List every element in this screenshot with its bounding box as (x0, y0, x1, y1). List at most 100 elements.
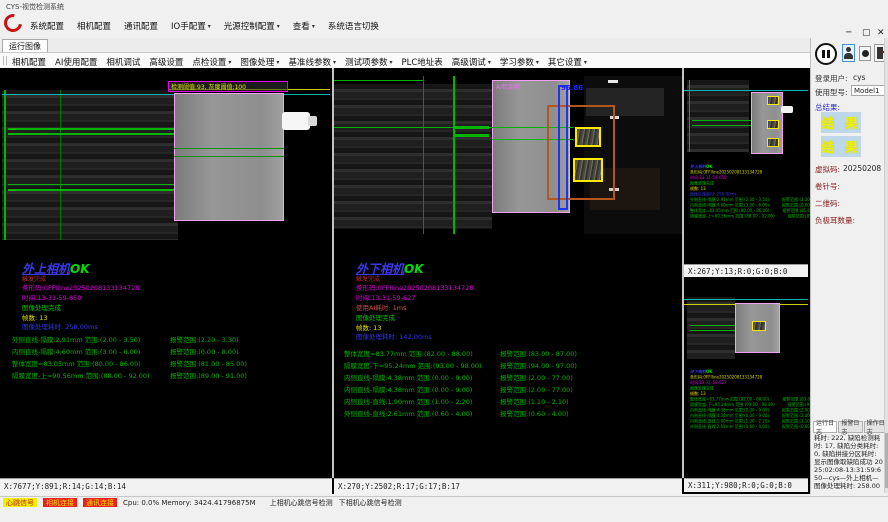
menu-item-camera-config[interactable]: 相机配置 (77, 20, 111, 32)
tab-run-image[interactable]: 运行图像 (2, 39, 48, 52)
settings-lock-button[interactable] (859, 46, 871, 61)
sidebar-scrollbar[interactable] (884, 38, 888, 493)
qr-code-label: 二维码: (815, 198, 840, 209)
result-box-upper: 结 果 (821, 112, 861, 133)
result-box-lower: 结 果 (821, 136, 861, 157)
login-user-label: 登录用户: (815, 73, 848, 84)
virtual-code-label: 虚拟码: (815, 164, 840, 175)
menu-item-comm-config[interactable]: 通讯配置 (124, 20, 158, 32)
chevron-down-icon: ▾ (312, 23, 315, 30)
thumbnail-bottom[interactable]: 外下相机OK 条形码:0FFIIine20250208133134728 时间:… (684, 279, 808, 492)
maximize-button[interactable]: ▢ (862, 28, 871, 38)
left-camera-image[interactable]: 检测阈值:93, 灰度阈值:100 (2, 76, 330, 248)
barcode-text: 条形码:0FFIIine20250208133134728 (356, 282, 473, 292)
ai-box-label: AI检测框 (496, 82, 520, 91)
chevron-down-icon: ▾ (228, 59, 231, 66)
tool-plc-address[interactable]: PLC地址表 (402, 56, 443, 68)
toolbar-items: 相机配置 AI使用配置 相机调试 高级设置 点检设置▾ 图像处理▾ 基准线参数▾… (12, 56, 587, 68)
menu-item-system-config[interactable]: 系统配置 (30, 20, 64, 32)
model-label: 使用型号: (815, 87, 848, 98)
tool-test-params[interactable]: 测试项参数▾ (345, 56, 393, 68)
tab-detect-box (767, 120, 779, 129)
tool-ai-config[interactable]: AI使用配置 (55, 56, 97, 68)
cyan-hline (684, 299, 808, 300)
pixel-coordinate-bar: X:267;Y:13;R:0;G:0;B:0 (684, 264, 808, 277)
green-vline (453, 76, 455, 234)
pause-button[interactable] (815, 43, 837, 65)
tab-alarm-log[interactable]: 报警日志 (838, 421, 862, 433)
log-tabs: 运行日志 报警日志 操作日志 (813, 421, 888, 433)
gripper-object (282, 112, 310, 130)
gripper-object (781, 106, 793, 113)
thumbnail-top[interactable]: 外上相机OK 条形码:0FFIIine20250208133134728 时间:… (684, 68, 808, 277)
pixel-coordinate-bar: X:311;Y:980;R:0;G:0;B:0 (684, 478, 808, 492)
left-camera-panel: 检测阈值:93, 灰度阈值:100 外上相机OK 触发完成 条形码:0FFIIi… (0, 68, 332, 494)
menu-item-language-switch[interactable]: 系统语言切换 (328, 20, 379, 32)
green-vline (4, 90, 6, 240)
green-hline (8, 184, 174, 185)
menu-item-light-config[interactable]: 光源控制配置▾ (224, 20, 280, 32)
elapsed-time: 图像处理耗时: 142.00ms (356, 331, 432, 341)
green-hline (8, 133, 174, 135)
tool-advanced-debug[interactable]: 高级调试▾ (452, 56, 491, 68)
tab-detect-box (573, 158, 603, 182)
virtual-code-value: 20250208 (843, 164, 881, 173)
tool-baseline-params[interactable]: 基准线参数▾ (288, 56, 336, 68)
title-bar: CYS-视觉检测系统 (0, 0, 888, 12)
machine-texture (687, 297, 735, 359)
tab-detect-box (752, 321, 766, 331)
elapsed-time: 图像处理耗时: 258.00ms (22, 321, 98, 331)
separator-film (174, 93, 284, 221)
measurement-row: 外侧直线-直线:2.61mm 范围:(0.60 - 4.00) (344, 408, 472, 418)
tool-learning-params[interactable]: 学习参数▾ (500, 56, 539, 68)
main-area: 检测阈值:93, 灰度阈值:100 外上相机OK 触发完成 条形码:0FFIIi… (0, 68, 810, 494)
chevron-down-icon: ▾ (277, 23, 280, 30)
toolbar-grip[interactable] (3, 56, 7, 65)
tool-camera-config[interactable]: 相机配置 (12, 56, 46, 68)
green-bar (453, 126, 489, 129)
cyan-hline (684, 90, 808, 91)
alarm-range: 报警范围:(1.10 - 2.10) (500, 396, 569, 406)
user-button[interactable] (842, 44, 855, 62)
thumbnail-text-block: 外下相机OK 条形码:0FFIIine20250208133134728 时间:… (690, 369, 808, 430)
tab-run-log[interactable]: 运行日志 (813, 421, 837, 433)
alarm-range: 报警范围:(81.00 - 85.00) (170, 358, 247, 368)
menu-item-view[interactable]: 查看▾ (293, 20, 315, 32)
tool-image-processing[interactable]: 图像处理▾ (240, 56, 279, 68)
tool-advanced-settings[interactable]: 高级设置 (149, 56, 183, 68)
machine-texture (2, 90, 178, 240)
alarm-range: 报警范围:(0.00 - 8.00) (170, 346, 239, 356)
minimize-button[interactable]: ─ (846, 28, 851, 38)
tab-detect-box (575, 127, 601, 147)
tab-detect-box (767, 96, 779, 105)
alarm-range: 报警范围:(2.20 - 3.30) (170, 334, 239, 344)
tool-spot-check[interactable]: 点检设置▾ (192, 56, 231, 68)
machine-texture (334, 84, 492, 229)
toolbar: 相机配置 AI使用配置 相机调试 高级设置 点检设置▾ 图像处理▾ 基准线参数▾… (0, 53, 810, 68)
time-text: 时间:13-31-59-627 (356, 292, 415, 302)
model-select[interactable]: Model1 (851, 85, 885, 96)
tool-other-settings[interactable]: 其它设置▾ (548, 56, 587, 68)
menu-bar: 系统配置 相机配置 通讯配置 IO手配置▾ 光源控制配置▾ 查看▾ 系统语言切换… (0, 12, 888, 38)
measurement-row: 外侧直线-隔膜:2.91mm 范围:(2.00 - 3.50) (12, 334, 140, 344)
middle-camera-panel: AI检测框 95.86 外下相机OK 触发完成 条形码:0FFIIine2025… (334, 68, 682, 494)
log-text: 耗时: 222, 缺陷检测耗时: 17, 缺陷分类耗时: 0, 缺陷拼接分区耗时… (814, 434, 884, 492)
chevron-down-icon: ▾ (389, 59, 392, 66)
chevron-down-icon: ▾ (584, 59, 587, 66)
pixel-coordinate-bar: X:270;Y:2502;R:17;G:17;B:17 (334, 478, 682, 494)
close-button[interactable]: ✕ (877, 28, 885, 38)
green-vline (423, 76, 424, 234)
chevron-down-icon: ▾ (276, 59, 279, 66)
tool-camera-debug[interactable]: 相机调试 (106, 56, 140, 68)
tab-count-label: 负极耳数量: (815, 215, 855, 226)
green-hline (334, 80, 424, 81)
chevron-down-icon: ▾ (488, 59, 491, 66)
middle-camera-image[interactable]: AI检测框 95.86 (334, 76, 682, 234)
green-hline (174, 148, 284, 149)
cpu-memory-text: Cpu: 0.0% Memory: 3424.41796875M (123, 499, 256, 507)
view-tab-row: 运行图像 (0, 38, 810, 53)
measurement-row: 整体宽度=83.05mm 范围:(80.00 - 86.00) (12, 358, 141, 368)
menu-item-io-config[interactable]: IO手配置▾ (171, 20, 211, 32)
green-hline (690, 325, 735, 326)
alarm-range: 报警范围:(2.00 - 77.00) (500, 384, 573, 394)
